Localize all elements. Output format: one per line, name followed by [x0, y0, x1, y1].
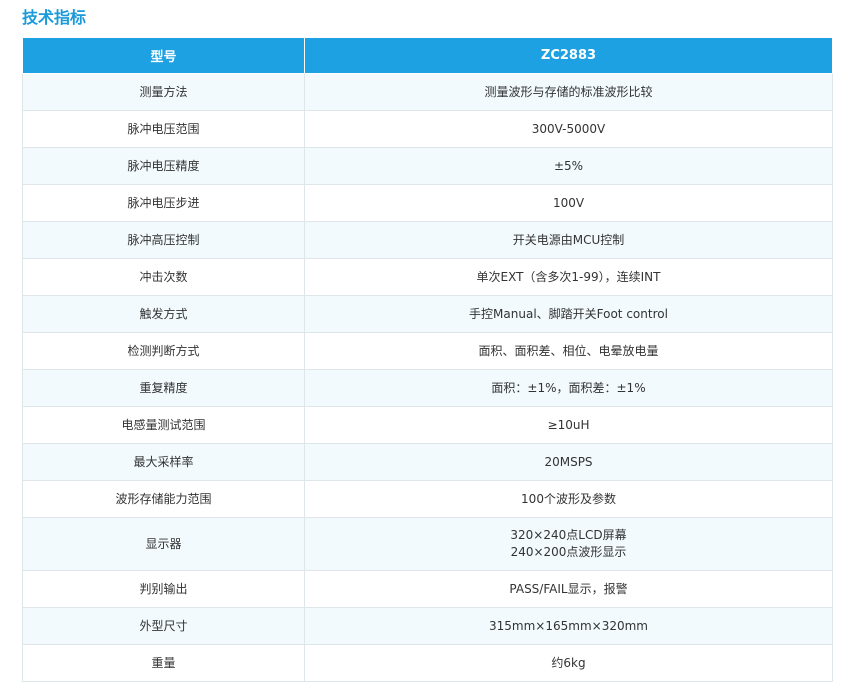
- spec-table-body: 测量方法 测量波形与存储的标准波形比较脉冲电压范围 300V-5000V 脉冲电压精度…: [22, 73, 833, 682]
- param-name-cell: 冲击次数: [22, 258, 305, 296]
- param-value-cell: 100个波形及参数: [304, 480, 833, 518]
- param-value-line: 300V-5000V: [531, 121, 606, 136]
- table-row: 触发方式 手控Manual、脚踏开关Foot control: [22, 295, 833, 333]
- param-value-cell: 约6kg: [304, 644, 833, 682]
- param-value-cell: ±5%: [304, 147, 833, 185]
- param-name-cell: 触发方式: [22, 295, 305, 333]
- param-value-cell: 面积、面积差、相位、电晕放电量: [304, 332, 833, 370]
- param-value-cell: PASS/FAIL显示，报警: [304, 570, 833, 608]
- param-value-line: 100V: [552, 195, 585, 210]
- header-model-label: 型号: [22, 37, 305, 74]
- table-row: 脉冲电压步进 100V: [22, 184, 833, 222]
- param-name-cell: 脉冲电压精度: [22, 147, 305, 185]
- table-header-row: 型号 ZC2883: [22, 37, 833, 74]
- param-name-cell: 最大采样率: [22, 443, 305, 481]
- param-value-line: ±5%: [553, 158, 584, 173]
- param-value-line: 开关电源由MCU控制: [512, 232, 625, 247]
- table-row: 检测判断方式 面积、面积差、相位、电晕放电量: [22, 332, 833, 370]
- param-name-cell: 外型尺寸: [22, 607, 305, 645]
- table-row: 测量方法 测量波形与存储的标准波形比较: [22, 73, 833, 111]
- param-name-cell: 重复精度: [22, 369, 305, 407]
- param-name-cell: 检测判断方式: [22, 332, 305, 370]
- table-row: 判别输出 PASS/FAIL显示，报警: [22, 570, 833, 608]
- param-value-cell: 面积：±1%，面积差：±1%: [304, 369, 833, 407]
- param-value-line: 20MSPS: [544, 454, 593, 469]
- param-name-cell: 判别输出: [22, 570, 305, 608]
- param-value-cell: 320×240点LCD屏幕 240×200点波形显示: [304, 517, 833, 571]
- param-value-cell: ≥10uH: [304, 406, 833, 444]
- table-row: 显示器 320×240点LCD屏幕 240×200点波形显示: [22, 517, 833, 571]
- table-row: 重量 约6kg: [22, 644, 833, 682]
- table-row: 电感量测试范围 ≥10uH: [22, 406, 833, 444]
- param-name-cell: 显示器: [22, 517, 305, 571]
- param-value-line: 240×200点波形显示: [510, 545, 627, 559]
- param-value-line: PASS/FAIL显示，报警: [509, 581, 628, 596]
- param-name-cell: 波形存储能力范围: [22, 480, 305, 518]
- param-value-cell: 300V-5000V: [304, 110, 833, 148]
- param-name-cell: 电感量测试范围: [22, 406, 305, 444]
- param-name-cell: 脉冲电压范围: [22, 110, 305, 148]
- table-row: 外型尺寸 315mm×165mm×320mm: [22, 607, 833, 645]
- param-value-line: 面积、面积差、相位、电晕放电量: [478, 343, 659, 358]
- param-value-line: 100个波形及参数: [521, 491, 616, 506]
- param-value-line: 320×240点LCD屏幕: [510, 528, 627, 542]
- param-value-cell: 20MSPS: [304, 443, 833, 481]
- param-value-cell: 单次EXT（含多次1-99），连续INT: [304, 258, 833, 296]
- param-value-line: 面积：±1%，面积差：±1%: [491, 380, 646, 395]
- table-row: 重复精度 面积：±1%，面积差：±1%: [22, 369, 833, 407]
- table-row: 脉冲电压范围 300V-5000V: [22, 110, 833, 148]
- header-model-value: ZC2883: [304, 37, 833, 74]
- param-value-line: ≥10uH: [547, 417, 590, 432]
- param-name-cell: 测量方法: [22, 73, 305, 111]
- param-value-cell: 手控Manual、脚踏开关Foot control: [304, 295, 833, 333]
- table-row: 冲击次数 单次EXT（含多次1-99），连续INT: [22, 258, 833, 296]
- section-title: 技术指标: [22, 8, 87, 27]
- table-row: 脉冲高压控制 开关电源由MCU控制: [22, 221, 833, 259]
- param-value-line: 测量波形与存储的标准波形比较: [484, 84, 653, 99]
- table-row: 波形存储能力范围 100个波形及参数: [22, 480, 833, 518]
- param-value-line: 手控Manual、脚踏开关Foot control: [469, 306, 668, 321]
- param-value-line: 约6kg: [551, 655, 586, 670]
- param-value-line: 315mm×165mm×320mm: [489, 618, 648, 633]
- param-value-cell: 100V: [304, 184, 833, 222]
- spec-table: 型号 ZC2883 测量方法 测量波形与存储的标准波形比较脉冲电压范围 300V-5…: [22, 37, 833, 682]
- param-value-line: 单次EXT（含多次1-99），连续INT: [476, 269, 661, 284]
- table-row: 脉冲电压精度 ±5%: [22, 147, 833, 185]
- param-value-cell: 测量波形与存储的标准波形比较: [304, 73, 833, 111]
- param-value-cell: 315mm×165mm×320mm: [304, 607, 833, 645]
- param-name-cell: 脉冲电压步进: [22, 184, 305, 222]
- param-name-cell: 脉冲高压控制: [22, 221, 305, 259]
- table-row: 最大采样率 20MSPS: [22, 443, 833, 481]
- param-name-cell: 重量: [22, 644, 305, 682]
- param-value-cell: 开关电源由MCU控制: [304, 221, 833, 259]
